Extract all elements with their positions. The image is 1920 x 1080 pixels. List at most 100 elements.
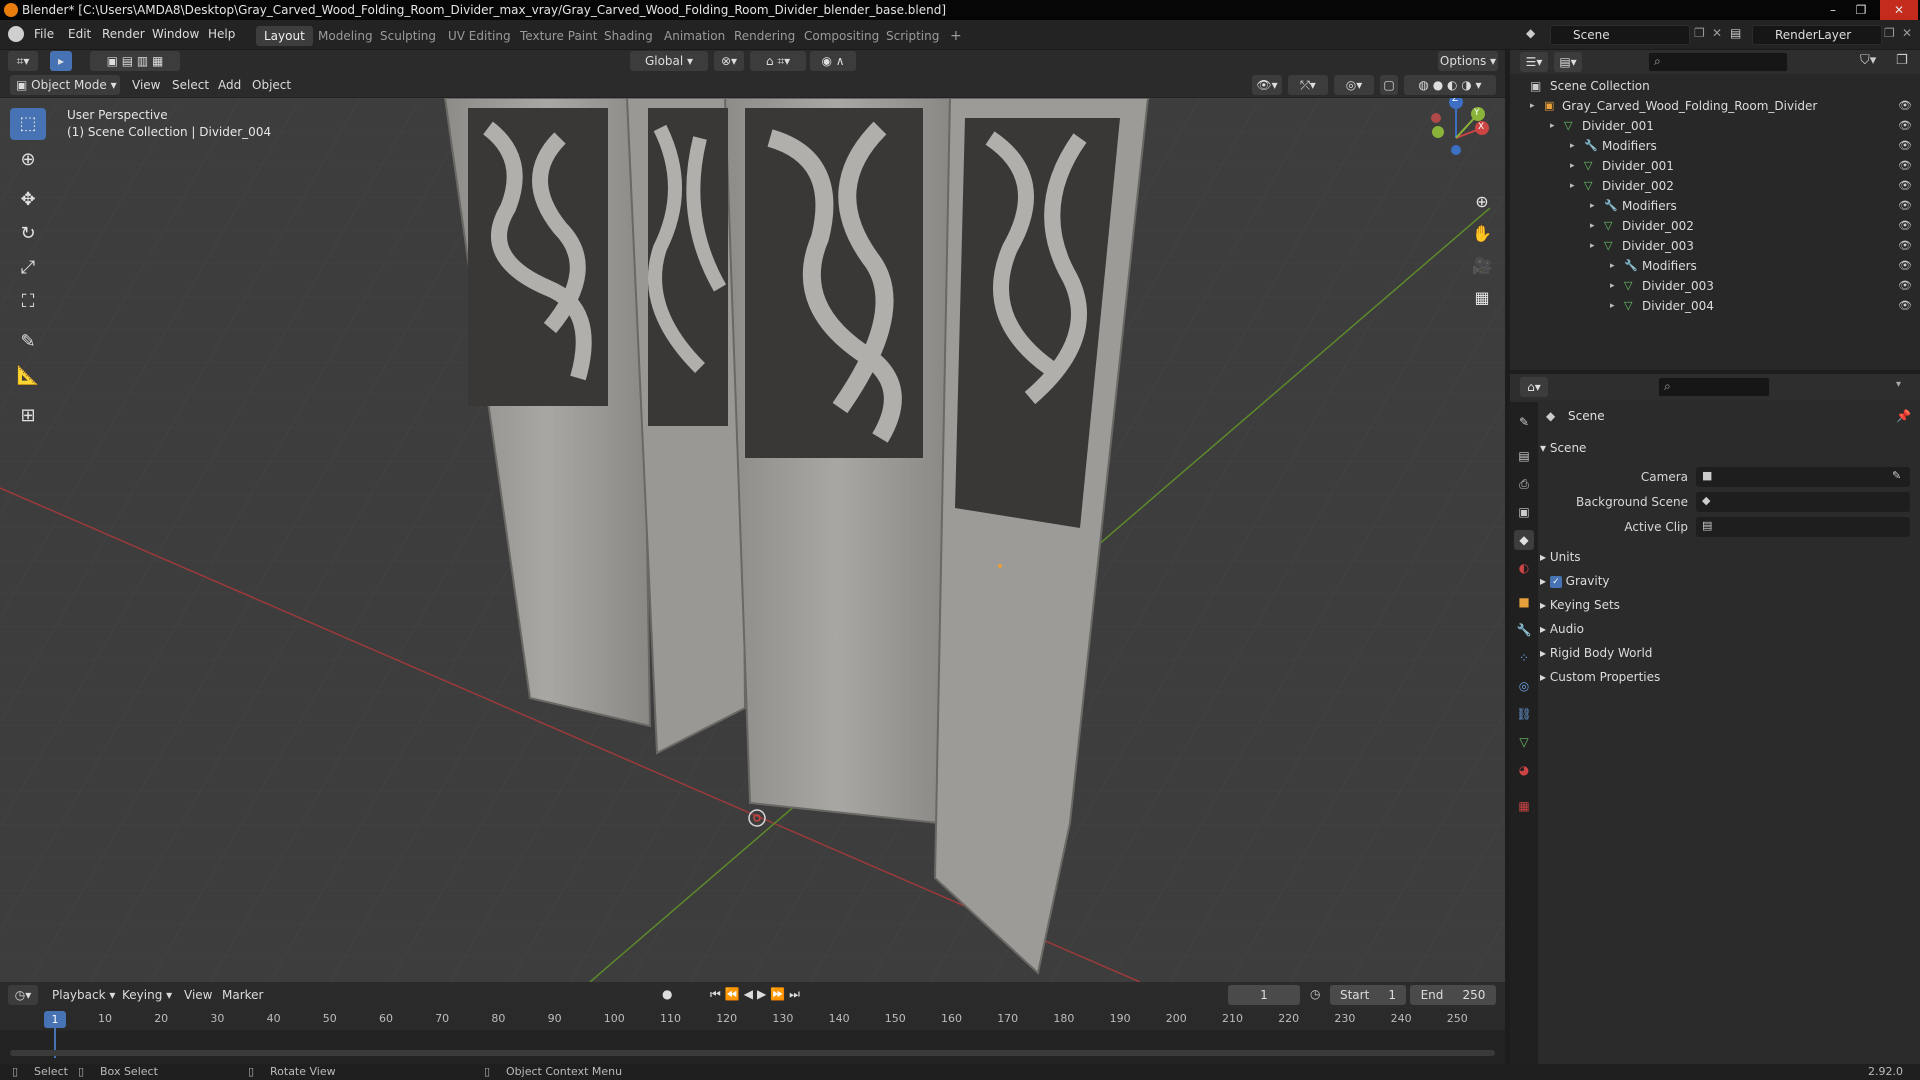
- visibility-eye-icon[interactable]: 👁: [1898, 136, 1912, 156]
- outliner-row[interactable]: ▸ ▽ Divider_003 👁: [1510, 276, 1920, 296]
- outliner-row[interactable]: ▸ ▽ Divider_001 👁: [1510, 156, 1920, 176]
- expand-triangle-icon[interactable]: ▸: [1570, 176, 1575, 196]
- outliner-row[interactable]: ▸ ▽ Divider_002 👁: [1510, 216, 1920, 236]
- camera-view-icon[interactable]: 🎥: [1468, 252, 1496, 280]
- units-panel[interactable]: ▸ Units: [1540, 546, 1581, 568]
- record-icon[interactable]: ●: [662, 987, 672, 1001]
- material-tab-icon[interactable]: ◕: [1514, 760, 1534, 780]
- menu-select[interactable]: Select: [172, 78, 209, 92]
- timeline-editor-icon[interactable]: ◷▾: [8, 985, 38, 1005]
- menu-edit[interactable]: Edit: [68, 27, 91, 41]
- object-mode-dropdown[interactable]: ▣ Object Mode ▾: [10, 75, 120, 95]
- scene-section-header[interactable]: ▾ Scene: [1540, 437, 1910, 459]
- menu-marker[interactable]: Marker: [222, 988, 263, 1002]
- snap-icon[interactable]: ⌂ ⌗▾: [750, 51, 806, 71]
- measure-tool-icon[interactable]: 📐: [10, 360, 46, 392]
- outliner-search-input[interactable]: [1648, 52, 1788, 72]
- menu-render[interactable]: Render: [102, 27, 145, 41]
- menu-window[interactable]: Window: [152, 27, 199, 41]
- expand-triangle-icon[interactable]: ▸: [1610, 296, 1615, 316]
- tab-compositing[interactable]: Compositing: [796, 26, 887, 46]
- menu-object[interactable]: Object: [252, 78, 291, 92]
- active-clip-field[interactable]: ▤: [1696, 517, 1910, 537]
- menu-file[interactable]: File: [34, 27, 54, 41]
- add-cube-tool-icon[interactable]: ⊞: [10, 400, 46, 432]
- tab-layout[interactable]: Layout: [256, 26, 313, 46]
- scene-field[interactable]: Scene: [1550, 25, 1690, 45]
- rigid-body-world-panel[interactable]: ▸ Rigid Body World: [1540, 642, 1652, 664]
- outliner-row[interactable]: ▸ 🔧 Modifiers 👁: [1510, 136, 1920, 156]
- expand-triangle-icon[interactable]: ▸: [1570, 156, 1575, 176]
- overlay-icon[interactable]: ◎▾: [1334, 75, 1374, 95]
- visibility-eye-icon[interactable]: 👁: [1898, 216, 1912, 236]
- filter-icon[interactable]: ⛉▾: [1860, 53, 1876, 68]
- expand-triangle-icon[interactable]: ▸: [1590, 196, 1595, 216]
- timeline-area[interactable]: 10 20 30 40 50 60 70 80 90 100 110 120 130 140 150 160 1…: [0, 1008, 1505, 1064]
- cursor-tool-icon[interactable]: ⊕: [10, 144, 46, 176]
- gizmo-icon[interactable]: ⤱▾: [1288, 75, 1328, 95]
- shading-mode-icons[interactable]: ◍ ● ◐ ◑ ▾: [1404, 75, 1496, 95]
- properties-editor-icon[interactable]: ⌂▾: [1520, 377, 1548, 397]
- expand-triangle-icon[interactable]: ▸: [1570, 136, 1575, 156]
- transform-orientation-dropdown[interactable]: Global ▾: [630, 51, 708, 71]
- gravity-panel[interactable]: ▸ ✓ Gravity: [1540, 570, 1610, 592]
- annotate-tool-icon[interactable]: ✎: [10, 326, 46, 358]
- modifier-tab-icon[interactable]: 🔧: [1514, 620, 1534, 640]
- properties-options-icon[interactable]: ▾: [1896, 379, 1901, 390]
- custom-properties-panel[interactable]: ▸ Custom Properties: [1540, 666, 1660, 688]
- select-mode-icons[interactable]: ▣ ▤ ▥ ▦: [90, 51, 180, 71]
- physics-tab-icon[interactable]: ◎: [1514, 676, 1534, 696]
- clock-icon[interactable]: ◷: [1310, 987, 1320, 1001]
- world-tab-icon[interactable]: ◐: [1514, 558, 1534, 578]
- visibility-eye-icon[interactable]: 👁: [1898, 96, 1912, 116]
- scene-new-icon[interactable]: ❐: [1694, 26, 1705, 40]
- tool-tab-icon[interactable]: ✎: [1514, 412, 1534, 432]
- outliner-row[interactable]: ▸ ▣ Gray_Carved_Wood_Folding_Room_Divider 👁: [1510, 96, 1920, 116]
- transform-tool-icon[interactable]: ⛶: [10, 286, 46, 318]
- menu-add[interactable]: Add: [218, 78, 241, 92]
- object-tab-icon[interactable]: ■: [1514, 592, 1534, 612]
- visibility-eye-icon[interactable]: 👁: [1898, 116, 1912, 136]
- expand-triangle-icon[interactable]: ▸: [1610, 276, 1615, 296]
- select-box-tool-icon[interactable]: ⬚: [10, 108, 46, 140]
- tab-animation[interactable]: Animation: [656, 26, 733, 46]
- outliner-row[interactable]: ▸ ▽ Divider_004 👁: [1510, 296, 1920, 316]
- outliner-editor-icon[interactable]: ☰▾: [1520, 52, 1548, 72]
- menu-timeline-view[interactable]: View: [184, 988, 212, 1002]
- scene-remove-icon[interactable]: ✕: [1712, 26, 1722, 40]
- constraints-tab-icon[interactable]: ⛓: [1514, 704, 1534, 724]
- end-frame-field[interactable]: End 250: [1410, 985, 1496, 1005]
- visibility-eye-icon[interactable]: 👁: [1898, 276, 1912, 296]
- visibility-eye-icon[interactable]: 👁: [1898, 256, 1912, 276]
- menu-playback[interactable]: Playback ▾: [52, 988, 115, 1002]
- rotate-tool-icon[interactable]: ↻: [10, 218, 46, 250]
- menu-help[interactable]: Help: [208, 27, 235, 41]
- outliner-row[interactable]: ▸ ▽ Divider_001 👁: [1510, 116, 1920, 136]
- menu-keying[interactable]: Keying ▾: [122, 988, 172, 1002]
- editor-type-icon[interactable]: ⌗▾: [8, 51, 38, 71]
- renderlayer-icon[interactable]: ▤: [1730, 26, 1748, 40]
- expand-triangle-icon[interactable]: ▸: [1530, 96, 1535, 116]
- new-collection-icon[interactable]: ❐: [1896, 53, 1908, 68]
- scale-tool-icon[interactable]: ⤢: [10, 252, 46, 284]
- render-tab-icon[interactable]: ▤: [1514, 446, 1534, 466]
- renderlayer-new-icon[interactable]: ❐: [1884, 26, 1895, 40]
- options-dropdown[interactable]: Options ▾: [1438, 51, 1498, 71]
- visibility-eye-icon[interactable]: 👁: [1898, 156, 1912, 176]
- properties-search-input[interactable]: [1658, 377, 1770, 397]
- camera-field[interactable]: ■ ✎: [1696, 467, 1910, 487]
- start-frame-field[interactable]: Start 1: [1330, 985, 1406, 1005]
- visibility-eye-icon[interactable]: 👁: [1898, 176, 1912, 196]
- display-mode-icon[interactable]: ▤▾: [1554, 52, 1582, 72]
- outliner-row[interactable]: ▸ ▽ Divider_003 👁: [1510, 236, 1920, 256]
- outliner-row[interactable]: ▸ 🔧 Modifiers 👁: [1510, 256, 1920, 276]
- maximize-button[interactable]: ❐: [1848, 0, 1874, 20]
- expand-triangle-icon[interactable]: ▸: [1590, 216, 1595, 236]
- visibility-eye-icon[interactable]: 👁: [1898, 196, 1912, 216]
- visibility-icon[interactable]: 👁▾: [1252, 75, 1282, 95]
- tab-shading[interactable]: Shading: [596, 26, 661, 46]
- xray-icon[interactable]: ▢: [1380, 75, 1398, 95]
- playhead-frame[interactable]: 1: [44, 1011, 66, 1028]
- pin-icon[interactable]: 📌: [1896, 409, 1911, 423]
- eyedropper-icon[interactable]: ✎: [1892, 469, 1901, 482]
